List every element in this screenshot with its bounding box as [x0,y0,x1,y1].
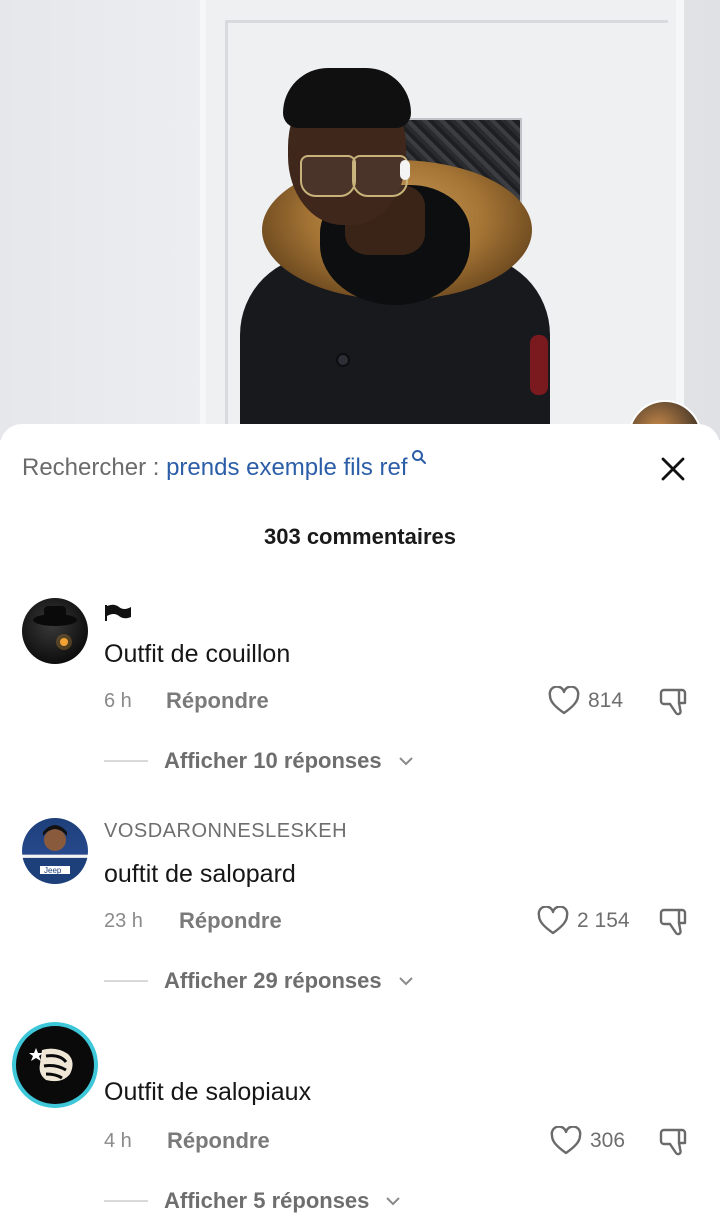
view-replies-label: Afficher 10 réponses [164,748,382,773]
avatar[interactable] [22,598,88,664]
black-flag-icon [105,604,131,621]
chevron-down-icon [398,757,413,766]
close-button[interactable] [656,452,690,486]
avatar[interactable] [16,1026,94,1104]
chevron-down-icon [398,977,413,986]
thumbs-down-icon [659,908,687,936]
chevron-down-icon [386,1197,401,1206]
comment-time: 6 h [104,690,132,712]
search-prefix: Rechercher : [22,454,167,481]
divider-line [104,760,148,762]
thumbs-down-icon [659,1128,687,1156]
comment-time: 23 h [104,910,143,932]
thumbs-down-icon [659,688,687,716]
comment-text: Outfit de salopiaux [104,1078,312,1106]
reply-button[interactable]: Répondre [167,1128,270,1154]
like-button[interactable]: 814 [548,686,623,716]
dislike-button[interactable] [658,1126,692,1163]
comments-sheet: Rechercher : prends exemple fils ref 303… [0,424,720,1213]
view-replies-button[interactable]: Afficher 10 réponses [104,748,414,774]
like-count: 814 [588,689,624,712]
like-count: 2 154 [577,909,630,932]
divider-line [104,980,148,982]
dislike-button[interactable] [658,686,692,723]
like-count: 306 [590,1129,626,1152]
svg-text:Jeep: Jeep [44,866,62,875]
video-player[interactable] [0,0,720,440]
divider-line [104,1200,148,1202]
like-button[interactable]: 2 154 [537,906,630,936]
comment-text: Outfit de couillon [104,640,291,668]
heart-icon [548,686,580,715]
view-replies-label: Afficher 5 réponses [164,1188,370,1213]
search-query-link[interactable]: prends exemple fils ref [166,454,407,481]
reply-button[interactable]: Répondre [166,688,269,714]
avatar[interactable]: Jeep [22,818,88,884]
heart-icon [550,1126,582,1155]
view-replies-button[interactable]: Afficher 29 réponses [104,968,414,994]
reply-button[interactable]: Répondre [179,908,282,934]
dislike-button[interactable] [658,906,692,943]
view-replies-label: Afficher 29 réponses [164,968,382,993]
view-replies-button[interactable]: Afficher 5 réponses [104,1188,401,1214]
username[interactable]: VOSDARONNESLESKEH [104,820,347,843]
comments-count: 303 commentaires [264,524,456,549]
username-flag [104,604,132,628]
comment-time: 4 h [104,1130,132,1152]
like-button[interactable]: 306 [550,1126,625,1156]
close-icon [661,457,685,481]
search-suggestion[interactable]: Rechercher : prends exemple fils ref [22,450,428,482]
search-icon [408,450,428,468]
comment-text: ouftit de salopard [104,860,296,888]
heart-icon [537,906,569,935]
